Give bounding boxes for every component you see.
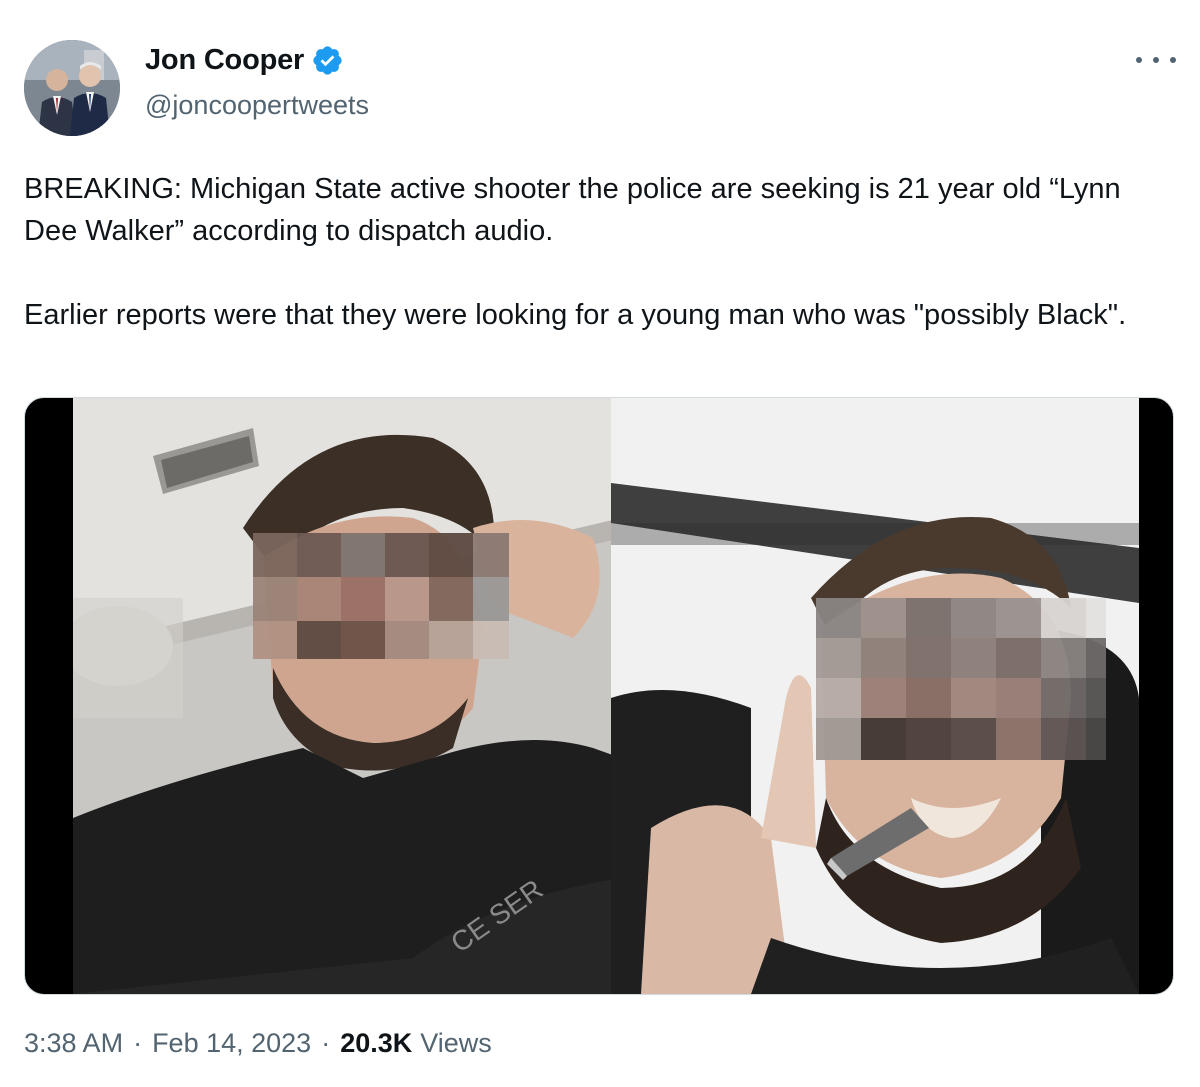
author-name-row[interactable]: Jon Cooper — [145, 44, 344, 77]
photo-right[interactable] — [611, 398, 1139, 994]
photo-left-image: CE SER — [73, 398, 621, 994]
views-label: Views — [420, 1028, 492, 1058]
tweet-time[interactable]: 3:38 AM — [24, 1028, 123, 1059]
dot-icon — [1153, 57, 1159, 63]
views-count: 20.3K — [340, 1028, 413, 1058]
tweet-paragraph: Earlier reports were that they were look… — [24, 299, 1127, 331]
blurred-eyes — [253, 533, 509, 659]
avatar[interactable] — [24, 40, 120, 136]
blurred-eyes — [816, 598, 1106, 760]
author-handle[interactable]: @joncoopertweets — [145, 90, 369, 121]
avatar-photo — [24, 40, 120, 136]
photo-left[interactable]: CE SER — [73, 398, 621, 994]
tweet-paragraph: BREAKING: Michigan State active shooter … — [24, 173, 1121, 247]
separator: · — [133, 1028, 143, 1058]
tweet-media[interactable]: CE SER — [24, 397, 1174, 995]
tweet-text: BREAKING: Michigan State active shooter … — [24, 168, 1164, 336]
author-name[interactable]: Jon Cooper — [145, 44, 304, 77]
more-options-icon[interactable] — [1136, 48, 1176, 72]
photo-right-image — [611, 398, 1139, 994]
verified-badge-icon — [313, 46, 342, 75]
dot-icon — [1136, 57, 1142, 63]
separator: · — [321, 1028, 331, 1058]
tweet-date[interactable]: Feb 14, 2023 — [152, 1028, 311, 1059]
dot-icon — [1170, 57, 1176, 63]
tweet-meta: 3:38 AM · Feb 14, 2023 · 20.3K Views — [24, 1028, 492, 1059]
